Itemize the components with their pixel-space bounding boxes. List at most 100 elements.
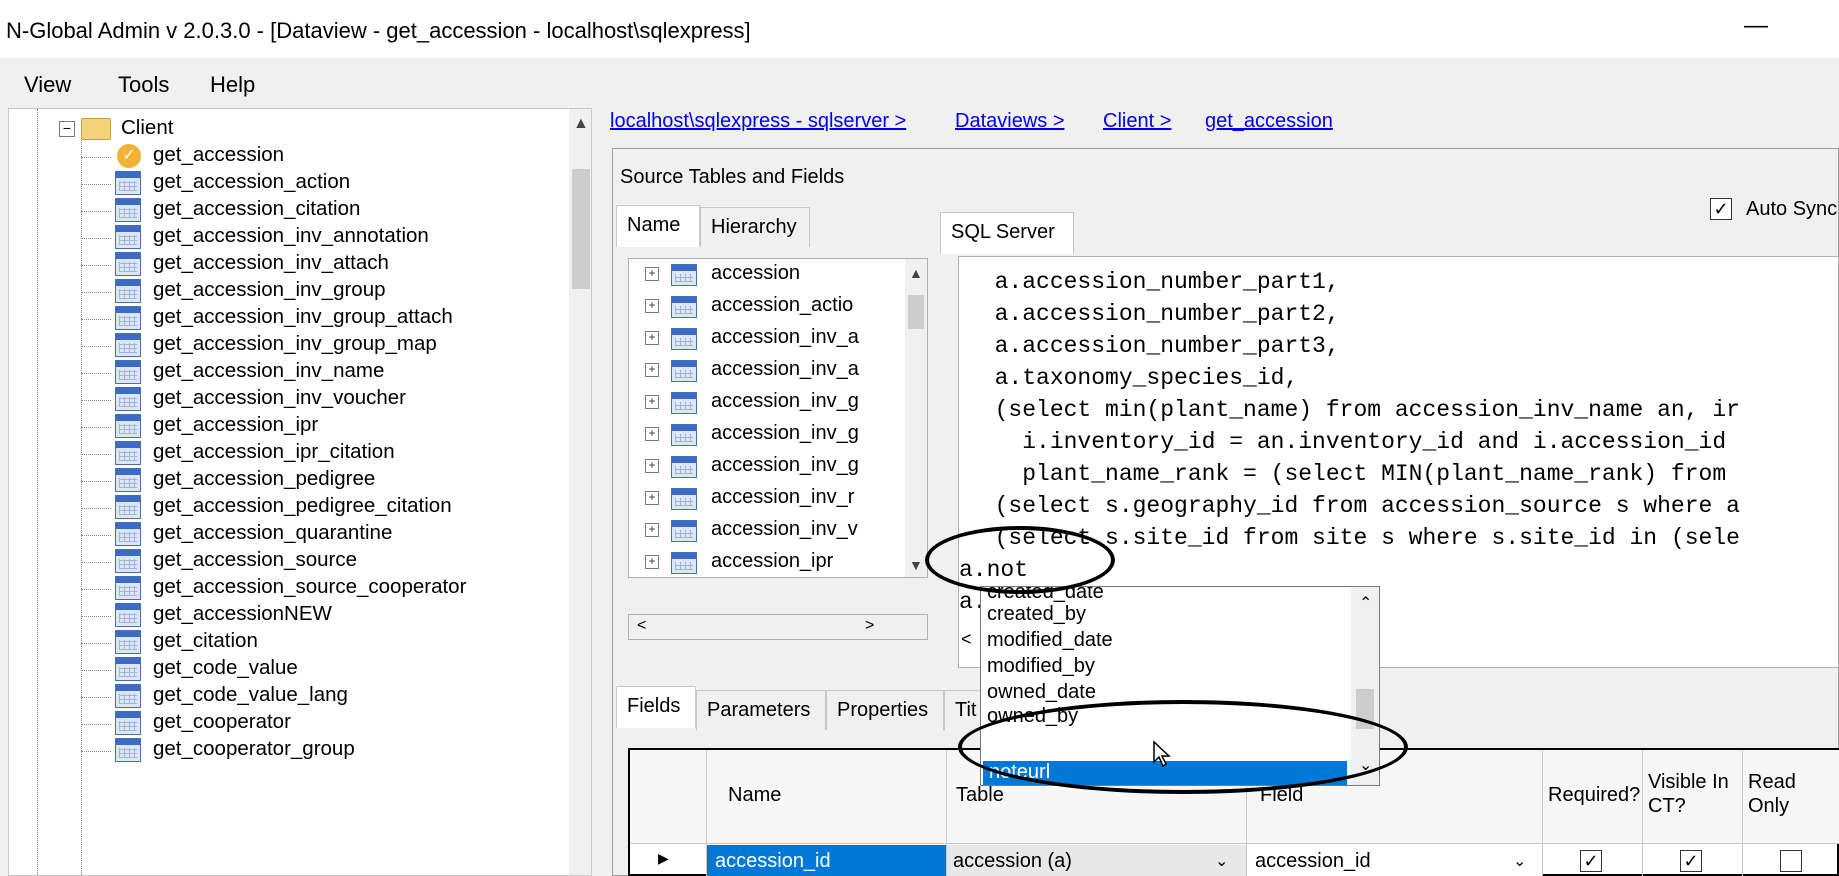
expand-icon[interactable]: + [645,395,659,409]
table-icon [115,711,141,735]
expand-icon[interactable]: + [645,555,659,569]
autocomplete-item[interactable]: modified_date [987,629,1113,652]
table-icon [115,549,141,573]
source-list-hscrollbar[interactable]: < > [628,614,928,640]
table-icon [115,171,141,195]
source-table-row[interactable]: + accession_ipr [629,547,909,577]
source-table-row[interactable]: + accession_inv_a [629,355,909,387]
expand-icon[interactable]: + [645,459,659,473]
expand-icon[interactable]: + [645,331,659,345]
source-table-row[interactable]: + accession_inv_g [629,451,909,483]
row-table: accession (a) [953,850,1072,872]
expand-icon[interactable]: + [645,299,659,313]
expand-icon[interactable]: + [645,363,659,377]
expand-icon[interactable]: + [645,427,659,441]
scroll-up-icon[interactable]: ▲ [909,265,923,281]
table-icon [671,424,697,446]
folder-icon [81,118,111,140]
scrollbar-thumb[interactable] [572,169,590,289]
required-checkbox[interactable]: ✓ [1580,850,1602,872]
tree-branch [81,562,111,563]
source-table-row[interactable]: + accession_actio [629,291,909,323]
grid-cell-selected[interactable]: accession_id [707,845,946,876]
table-icon [671,360,697,382]
tree-branch [81,157,111,158]
source-table-row[interactable]: + accession_inv_a [629,323,909,355]
column-header-name[interactable]: Name [728,784,781,807]
table-icon [115,657,141,681]
tree-item-label: get_cooperator [153,710,291,733]
scroll-up-icon[interactable]: ▲ [573,115,589,133]
chevron-down-icon[interactable]: ⌄ [1215,851,1228,871]
table-icon [115,306,141,330]
autocomplete-item[interactable]: created_by [987,603,1086,626]
menu-tools[interactable]: Tools [118,72,169,98]
breadcrumb-current[interactable]: get_accession [1205,110,1333,133]
checkbox-icon[interactable]: ✓ [1710,198,1732,220]
column-header-read-only[interactable]: Read Only [1748,770,1838,818]
tree-branch [81,724,111,725]
auto-sync-toggle[interactable]: ✓ Auto Sync [1710,196,1839,226]
field-select[interactable]: accession_id ⌄ [1247,845,1542,876]
source-table-row[interactable]: + accession_inv_v [629,515,909,547]
source-table-row[interactable]: + accession_inv_g [629,419,909,451]
sql-line: a.accession_number_part1, [967,269,1340,295]
tab-sql-server[interactable]: SQL Server [940,212,1074,254]
tree-branch [81,670,111,671]
tree-branch [81,373,111,374]
breadcrumb-client[interactable]: Client > [1103,110,1171,133]
breadcrumb-dataviews[interactable]: Dataviews > [955,110,1065,133]
autocomplete-item[interactable]: owned_date [987,681,1096,704]
sql-line: (select min(plant_name) from accession_i… [967,397,1740,423]
menu-bar: View Tools Help [0,64,1839,104]
tab-fields[interactable]: Fields [616,686,696,728]
tree-item[interactable]: get_cooperator_group [81,735,555,767]
tab-parameters[interactable]: Parameters [696,690,826,730]
tree-item-label: get_accession_ipr [153,413,319,436]
source-table-name: accession_actio [711,294,854,316]
source-table-row[interactable]: + accession_inv_g [629,387,909,419]
tree-scrollbar[interactable]: ▲ [569,109,591,875]
menu-view[interactable]: View [24,72,71,98]
source-table-row[interactable]: + accession_inv_r [629,483,909,515]
scrollbar-thumb[interactable] [908,295,924,329]
tab-label: Name [627,214,681,236]
visible-in-ct-checkbox[interactable]: ✓ [1680,850,1702,872]
window-title: N-Global Admin v 2.0.3.0 - [Dataview - g… [6,18,751,43]
source-list-scrollbar[interactable]: ▲ ▼ [905,259,927,577]
menu-help[interactable]: Help [210,72,255,98]
source-table-name: accession_inv_v [711,518,858,540]
scroll-up-icon[interactable]: ⌃ [1359,593,1372,613]
tree-item-label: get_accession_inv_name [153,359,385,382]
expand-icon[interactable]: + [645,491,659,505]
autocomplete-item[interactable]: modified_by [987,655,1095,678]
expand-icon[interactable]: + [645,267,659,281]
breadcrumb-server[interactable]: localhost\sqlexpress - sqlserver > [610,110,906,133]
tab-hierarchy[interactable]: Hierarchy [700,207,810,247]
tab-name[interactable]: Name [616,205,700,247]
expand-icon[interactable]: + [645,523,659,537]
tab-properties[interactable]: Properties [826,690,944,730]
source-table-list[interactable]: + accession + accession_actio + accession_i… [628,258,928,578]
tree-guide-line [81,129,82,875]
scroll-left-icon[interactable]: < [637,617,646,635]
minimize-button[interactable]: — [1744,12,1768,40]
tree-item-label: get_citation [153,629,258,652]
scroll-right-icon[interactable]: > [865,617,874,635]
scroll-left-icon[interactable]: < [961,629,972,650]
table-icon [115,387,141,411]
table-icon [115,360,141,384]
column-header-table[interactable]: Table [956,784,1004,807]
column-header-required[interactable]: Required? [1548,784,1640,807]
column-header-visible-in-ct[interactable]: Visible In CT? [1648,770,1738,818]
dataview-tree[interactable]: − Client ✓ get_accession get_accession_a… [8,108,592,876]
read-only-checkbox[interactable] [1780,850,1802,872]
table-icon [115,630,141,654]
source-table-row[interactable]: + accession [629,259,909,291]
scroll-down-icon[interactable]: ▼ [909,557,923,573]
chevron-down-icon[interactable]: ⌄ [1513,851,1526,871]
tree-item-label: get_accession_inv_group_attach [153,305,453,328]
table-select[interactable]: accession (a) ⌄ [947,845,1246,876]
sql-line: plant_name_rank = (select MIN(plant_name… [967,461,1727,487]
collapse-icon[interactable]: − [59,121,75,137]
